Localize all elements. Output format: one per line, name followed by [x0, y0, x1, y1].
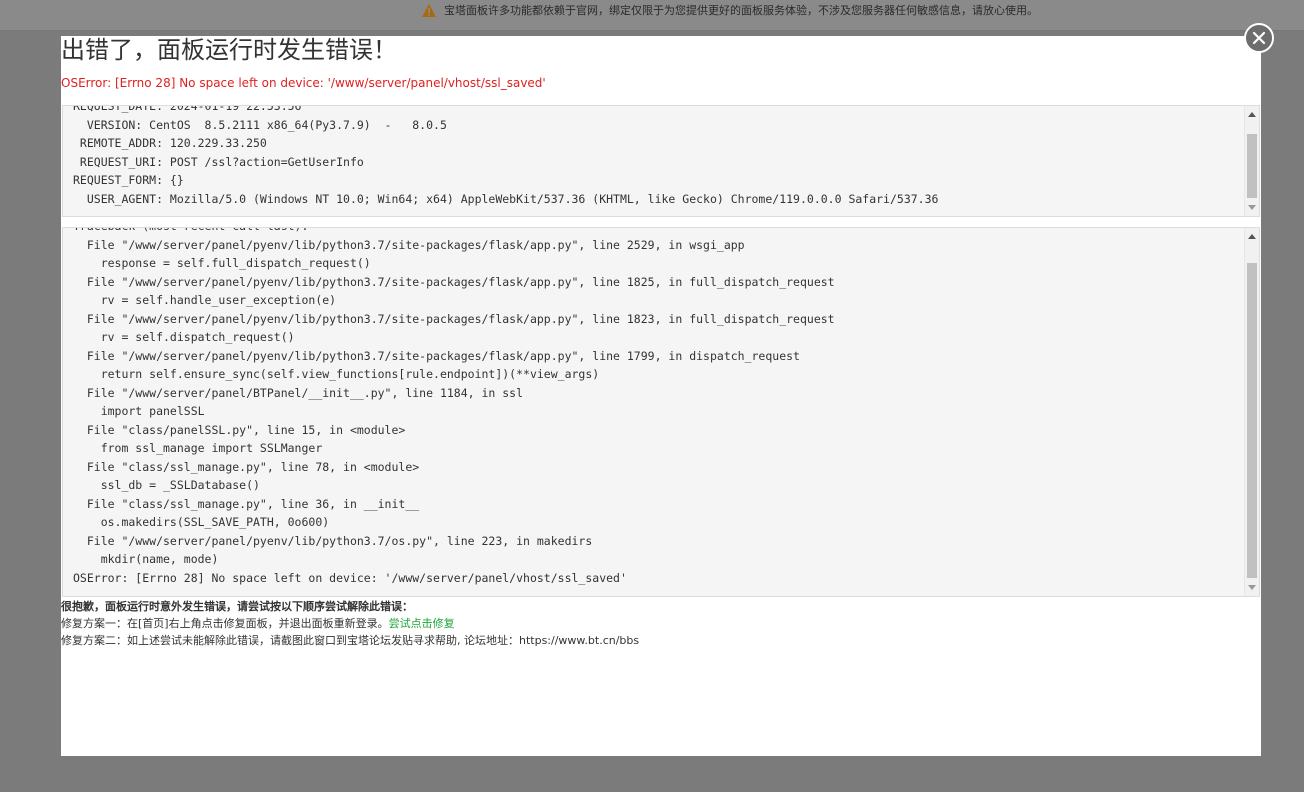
fix-option-one: 修复方案一：在[首页]右上角点击修复面板，并退出面板重新登录。尝试点击修复	[61, 615, 639, 632]
request-info-line: USER_AGENT: Mozilla/5.0 (Windows NT 10.0…	[73, 191, 939, 206]
request-info-line: REQUEST_FORM: {}	[73, 173, 184, 187]
traceback-panel[interactable]: Traceback (most recent call last): File …	[62, 227, 1260, 597]
top-notice-bar: 宝塔面板许多功能都依赖于官网，绑定仅限于为您提供更好的面板服务体验，不涉及您服务…	[0, 0, 1304, 31]
notice: 宝塔面板许多功能都依赖于官网，绑定仅限于为您提供更好的面板服务体验，不涉及您服务…	[422, 1, 1038, 19]
help-heading: 很抱歉，面板运行时意外发生错误，请尝试按以下顺序尝试解除此错误：	[61, 600, 413, 613]
fix-option-two: 修复方案二：如上述尝试未能解除此错误，请截图此窗口到宝塔论坛发贴寻求帮助, 论坛…	[61, 634, 640, 647]
traceback-line: from ssl_manage import SSLManger	[73, 441, 323, 455]
traceback-line: File "class/ssl_manage.py", line 78, in …	[73, 459, 420, 474]
traceback-line: File "/www/server/panel/BTPanel/__init__…	[73, 385, 524, 400]
repair-link[interactable]: 尝试点击修复	[389, 617, 455, 630]
traceback-line: mkdir(name, mode)	[73, 552, 219, 566]
traceback-line: Traceback (most recent call last):	[73, 228, 1241, 236]
traceback-line: File "/www/server/panel/pyenv/lib/python…	[73, 237, 745, 252]
traceback-content: Traceback (most recent call last): File …	[73, 228, 1241, 587]
request-info-line: REQUEST_DATE: 2024-01-19 22:53:56	[73, 105, 302, 113]
traceback-line: File "/www/server/panel/pyenv/lib/python…	[73, 311, 835, 326]
traceback-line: File "class/ssl_manage.py", line 36, in …	[73, 496, 420, 511]
request-info-panel[interactable]: REQUEST_DATE: 2024-01-19 22:53:56 VERSIO…	[62, 105, 1260, 217]
scroll-thumb[interactable]	[1247, 134, 1257, 198]
traceback-line: return self.ensure_sync(self.view_functi…	[73, 367, 600, 381]
traceback-line: File "/www/server/panel/pyenv/lib/python…	[73, 274, 835, 289]
scroll-up-arrow-icon[interactable]	[1248, 234, 1256, 239]
traceback-line: ssl_db = _SSLDatabase()	[73, 478, 260, 492]
request-info-line: REMOTE_ADDR: 120.229.33.250	[73, 136, 267, 150]
notice-text: 宝塔面板许多功能都依赖于官网，绑定仅限于为您提供更好的面板服务体验，不涉及您服务…	[444, 4, 1038, 17]
request-info-content: REQUEST_DATE: 2024-01-19 22:53:56 VERSIO…	[73, 105, 1241, 208]
request-info-line: REQUEST_URI: POST /ssl?action=GetUserInf…	[73, 154, 364, 169]
scroll-up-arrow-icon[interactable]	[1248, 112, 1256, 117]
help-section: 很抱歉，面板运行时意外发生错误，请尝试按以下顺序尝试解除此错误： 修复方案一：在…	[61, 598, 639, 649]
request-info-scrollbar[interactable]	[1244, 106, 1259, 216]
traceback-line: OSError: [Errno 28] No space left on dev…	[73, 570, 627, 585]
traceback-line: rv = self.dispatch_request()	[73, 330, 295, 344]
scroll-down-arrow-icon[interactable]	[1248, 205, 1256, 210]
warning-icon	[422, 3, 436, 17]
close-button[interactable]	[1244, 23, 1274, 53]
error-message: OSError: [Errno 28] No space left on dev…	[61, 76, 546, 90]
traceback-line: File "/www/server/panel/pyenv/lib/python…	[73, 348, 800, 363]
error-dialog: 出错了，面板运行时发生错误！ OSError: [Errno 28] No sp…	[61, 36, 1261, 756]
traceback-line: os.makedirs(SSL_SAVE_PATH, 0o600)	[73, 515, 330, 529]
traceback-scrollbar[interactable]	[1244, 228, 1259, 596]
fix-option-one-text: 修复方案一：在[首页]右上角点击修复面板，并退出面板重新登录。	[61, 617, 389, 630]
close-icon	[1252, 31, 1266, 45]
traceback-line: import panelSSL	[73, 404, 205, 418]
traceback-line: rv = self.handle_user_exception(e)	[73, 293, 337, 307]
traceback-line: File "/www/server/panel/pyenv/lib/python…	[73, 533, 593, 548]
traceback-line: File "class/panelSSL.py", line 15, in <m…	[73, 422, 406, 437]
traceback-line: response = self.full_dispatch_request()	[73, 256, 371, 270]
scroll-down-arrow-icon[interactable]	[1248, 585, 1256, 590]
dialog-title: 出错了，面板运行时发生错误！	[61, 36, 397, 64]
request-info-line: VERSION: CentOS 8.5.2111 x86_64(Py3.7.9)…	[73, 117, 447, 132]
scroll-thumb[interactable]	[1247, 263, 1257, 578]
